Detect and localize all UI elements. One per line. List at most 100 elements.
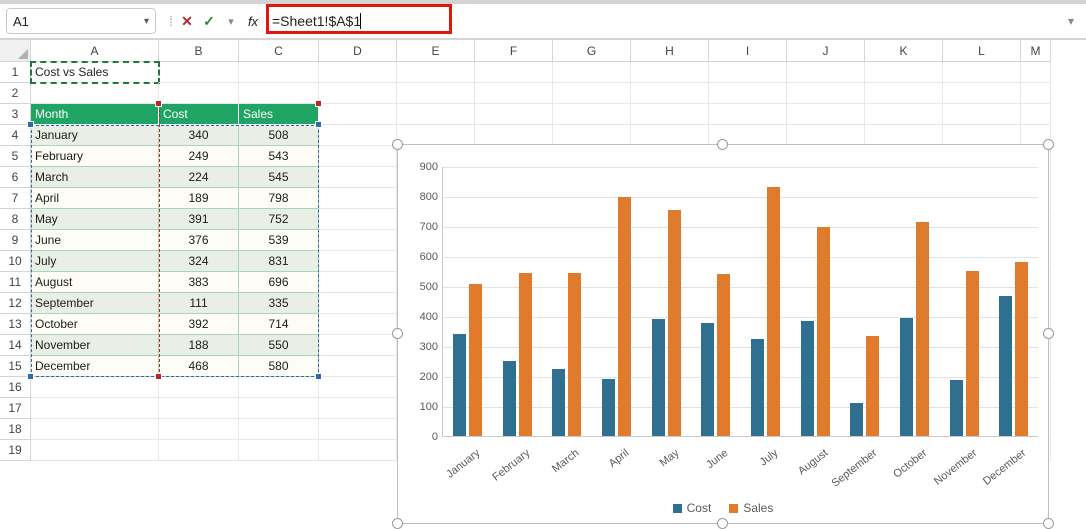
- select-all-corner[interactable]: [0, 40, 31, 62]
- cell[interactable]: [397, 104, 475, 125]
- column-header[interactable]: L: [943, 40, 1021, 62]
- table-value-cell[interactable]: 392: [159, 314, 239, 335]
- cell[interactable]: [31, 440, 159, 461]
- table-value-cell[interactable]: 335: [239, 293, 319, 314]
- cell[interactable]: [31, 377, 159, 398]
- column-header[interactable]: F: [475, 40, 553, 62]
- cell[interactable]: [397, 83, 475, 104]
- cell[interactable]: [239, 83, 319, 104]
- cell[interactable]: [631, 83, 709, 104]
- bar-sales[interactable]: [568, 273, 581, 437]
- cell[interactable]: [319, 209, 397, 230]
- table-header-cell[interactable]: Cost: [159, 104, 239, 125]
- cell[interactable]: [239, 419, 319, 440]
- cell[interactable]: [31, 83, 159, 104]
- chart-object[interactable]: 0100200300400500600700800900 JanuaryFebr…: [397, 144, 1049, 524]
- cancel-formula-button[interactable]: ✕: [176, 10, 198, 32]
- cell[interactable]: [709, 104, 787, 125]
- column-header[interactable]: D: [319, 40, 397, 62]
- table-value-cell[interactable]: 391: [159, 209, 239, 230]
- cell[interactable]: [31, 398, 159, 419]
- row-header[interactable]: 4: [0, 125, 31, 146]
- table-month-cell[interactable]: December: [31, 356, 159, 377]
- cell[interactable]: [397, 62, 475, 83]
- cell[interactable]: [1021, 62, 1051, 83]
- column-header[interactable]: J: [787, 40, 865, 62]
- bar-cost[interactable]: [999, 296, 1012, 436]
- cell[interactable]: [475, 83, 553, 104]
- table-month-cell[interactable]: September: [31, 293, 159, 314]
- table-value-cell[interactable]: 188: [159, 335, 239, 356]
- series-handle[interactable]: [155, 373, 162, 380]
- bar-sales[interactable]: [717, 274, 730, 436]
- row-header[interactable]: 1: [0, 62, 31, 83]
- title-cell[interactable]: Cost vs Sales: [31, 62, 159, 83]
- chart-resize-handle[interactable]: [1043, 518, 1054, 529]
- table-header-cell[interactable]: Month: [31, 104, 159, 125]
- bar-sales[interactable]: [469, 284, 482, 436]
- column-header[interactable]: H: [631, 40, 709, 62]
- chart-resize-handle[interactable]: [1043, 328, 1054, 339]
- table-value-cell[interactable]: 752: [239, 209, 319, 230]
- chart-resize-handle[interactable]: [1043, 139, 1054, 150]
- column-header[interactable]: M: [1021, 40, 1051, 62]
- cell[interactable]: [475, 125, 553, 146]
- row-header[interactable]: 5: [0, 146, 31, 167]
- bar-cost[interactable]: [900, 318, 913, 436]
- table-value-cell[interactable]: 324: [159, 251, 239, 272]
- cell[interactable]: [787, 83, 865, 104]
- column-header[interactable]: E: [397, 40, 475, 62]
- table-value-cell[interactable]: 831: [239, 251, 319, 272]
- cell[interactable]: [319, 272, 397, 293]
- cell[interactable]: [239, 398, 319, 419]
- table-value-cell[interactable]: 249: [159, 146, 239, 167]
- range-handle[interactable]: [27, 121, 34, 128]
- cell[interactable]: [319, 146, 397, 167]
- cell[interactable]: [319, 293, 397, 314]
- formula-input[interactable]: =Sheet1!$A$1: [270, 8, 1062, 34]
- table-value-cell[interactable]: 545: [239, 167, 319, 188]
- cell[interactable]: [319, 377, 397, 398]
- cell[interactable]: [865, 125, 943, 146]
- cell[interactable]: [865, 62, 943, 83]
- table-value-cell[interactable]: 376: [159, 230, 239, 251]
- column-header[interactable]: B: [159, 40, 239, 62]
- bar-cost[interactable]: [950, 380, 963, 436]
- table-value-cell[interactable]: 189: [159, 188, 239, 209]
- cell[interactable]: [943, 104, 1021, 125]
- range-handle[interactable]: [315, 121, 322, 128]
- legend-item-cost[interactable]: Cost: [673, 501, 712, 515]
- column-header[interactable]: K: [865, 40, 943, 62]
- cell[interactable]: [319, 167, 397, 188]
- bar-sales[interactable]: [966, 271, 979, 436]
- cell[interactable]: [631, 104, 709, 125]
- row-header[interactable]: 11: [0, 272, 31, 293]
- table-month-cell[interactable]: October: [31, 314, 159, 335]
- cell[interactable]: [319, 83, 397, 104]
- table-month-cell[interactable]: January: [31, 125, 159, 146]
- cell[interactable]: [319, 335, 397, 356]
- cell[interactable]: [943, 62, 1021, 83]
- bar-sales[interactable]: [916, 222, 929, 436]
- series-handle[interactable]: [315, 100, 322, 107]
- row-header[interactable]: 17: [0, 398, 31, 419]
- range-handle[interactable]: [315, 373, 322, 380]
- legend-item-sales[interactable]: Sales: [729, 501, 773, 515]
- cell[interactable]: [239, 62, 319, 83]
- chevron-down-icon[interactable]: ▾: [144, 16, 149, 27]
- cell[interactable]: [475, 62, 553, 83]
- enter-formula-button[interactable]: ✓: [198, 10, 220, 32]
- cell[interactable]: [31, 419, 159, 440]
- cell[interactable]: [159, 419, 239, 440]
- column-header[interactable]: G: [553, 40, 631, 62]
- table-value-cell[interactable]: 714: [239, 314, 319, 335]
- cell[interactable]: [475, 104, 553, 125]
- series-handle[interactable]: [155, 100, 162, 107]
- table-value-cell[interactable]: 508: [239, 125, 319, 146]
- bar-cost[interactable]: [453, 334, 466, 436]
- cell[interactable]: [553, 62, 631, 83]
- table-month-cell[interactable]: November: [31, 335, 159, 356]
- bar-sales[interactable]: [817, 227, 830, 436]
- bar-cost[interactable]: [602, 379, 615, 436]
- fx-dropdown-icon[interactable]: ▾: [220, 10, 242, 32]
